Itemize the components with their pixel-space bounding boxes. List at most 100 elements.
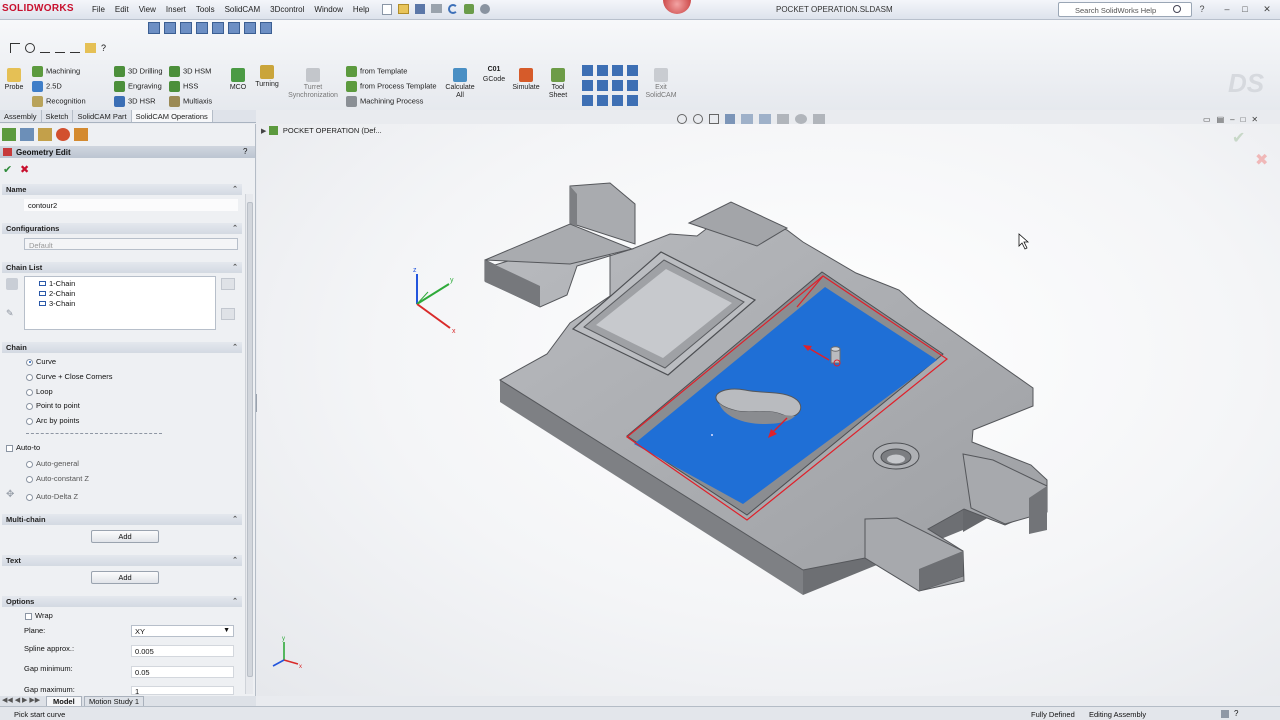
list-item[interactable]: 2-Chain	[29, 289, 211, 299]
plane-select[interactable]: XY ▼	[131, 625, 234, 637]
grid-icon[interactable]	[597, 80, 608, 91]
hide-show-icon[interactable]	[777, 114, 789, 124]
previous-view-icon[interactable]	[709, 114, 719, 124]
edit-chain-icon[interactable]	[221, 278, 235, 290]
zoom-fit-icon[interactable]	[677, 114, 687, 124]
recognition-button[interactable]: Recognition	[32, 96, 86, 107]
panel-help-icon[interactable]: ?	[243, 147, 247, 156]
view-icon[interactable]	[260, 22, 272, 34]
grid-icon[interactable]	[582, 65, 593, 76]
grid-icon[interactable]	[627, 65, 638, 76]
radio-arc-by-points[interactable]: Arc by points	[26, 416, 79, 425]
grid-icon[interactable]	[597, 95, 608, 106]
line-icon[interactable]	[40, 43, 50, 53]
scene-icon[interactable]	[813, 114, 825, 124]
view-icon[interactable]	[212, 22, 224, 34]
radio-auto-delta-z[interactable]: Auto-Delta Z	[26, 492, 78, 501]
display-icon[interactable]	[56, 128, 70, 141]
ok-icon[interactable]: ✔	[3, 163, 12, 176]
machining-process-button[interactable]: Machining Process	[346, 96, 423, 107]
name-field[interactable]: contour2	[24, 199, 238, 211]
mco-button[interactable]: MCO	[228, 68, 248, 92]
radio-point-to-point[interactable]: Point to point	[26, 401, 80, 410]
hss-button[interactable]: HSS	[169, 81, 198, 92]
view-icon[interactable]	[180, 22, 192, 34]
save-icon[interactable]	[415, 4, 425, 14]
multiaxis-button[interactable]: Multiaxis	[169, 96, 212, 107]
menu-tools[interactable]: Tools	[196, 5, 215, 14]
collapse-icon[interactable]: ⌃	[232, 597, 238, 605]
cancel-icon[interactable]: ✖	[20, 163, 29, 176]
grid-icon[interactable]	[612, 95, 623, 106]
options-section-header[interactable]: Options ⌃	[2, 596, 242, 607]
help-icon[interactable]: ?	[1234, 709, 1238, 718]
help-icon[interactable]: ?	[101, 43, 111, 53]
3d-hsr-button[interactable]: 3D HSR	[114, 96, 156, 107]
collapse-icon[interactable]: ⌃	[232, 263, 238, 271]
print-icon[interactable]	[431, 4, 442, 13]
arrow-icon[interactable]	[70, 43, 80, 53]
grid-icon[interactable]	[627, 80, 638, 91]
tool-sheet-button[interactable]: Tool Sheet	[546, 68, 570, 100]
menu-solidcam[interactable]: SolidCAM	[225, 5, 261, 14]
turning-button[interactable]: Turning	[253, 65, 281, 89]
options-icon[interactable]	[480, 4, 490, 14]
chain-list[interactable]: 1-Chain 2-Chain 3-Chain	[24, 276, 216, 330]
engraving-button[interactable]: Engraving	[114, 81, 162, 92]
rotate-icon[interactable]	[25, 43, 35, 53]
config-icon[interactable]	[38, 128, 52, 141]
tab-sketch[interactable]: Sketch	[42, 110, 74, 122]
name-section-header[interactable]: Name ⌃	[2, 184, 242, 195]
graphics-area[interactable]: ▶ POCKET OPERATION (Def... ▭ ▤ – □ ✕ ✔ ✖	[257, 114, 1280, 696]
configurations-section-header[interactable]: Configurations ⌃	[2, 223, 242, 234]
menu-view[interactable]: View	[139, 5, 156, 14]
solidcam-icon[interactable]	[74, 128, 88, 141]
multi-chain-section-header[interactable]: Multi-chain ⌃	[2, 514, 242, 525]
property-icon[interactable]	[20, 128, 34, 141]
auto-to-checkbox[interactable]: Auto-to	[6, 443, 40, 452]
gap-minimum-input[interactable]: 0.05	[131, 666, 234, 678]
machining-button[interactable]: Machining	[32, 66, 80, 77]
wrap-checkbox[interactable]: Wrap	[25, 611, 53, 620]
2.5d-button[interactable]: 2.5D	[32, 81, 62, 92]
zoom-area-icon[interactable]	[693, 114, 703, 124]
arrow-icon[interactable]	[55, 43, 65, 53]
grid-icon[interactable]	[627, 95, 638, 106]
tab-solidcam-part[interactable]: SolidCAM Part	[73, 110, 132, 122]
collapse-icon[interactable]: ⌃	[232, 343, 238, 351]
text-section-header[interactable]: Text ⌃	[2, 555, 242, 566]
gap-maximum-input[interactable]: 1	[131, 686, 234, 695]
gcode-button[interactable]: C01 GCode	[482, 66, 506, 84]
menu-help[interactable]: Help	[353, 5, 369, 14]
collapse-icon[interactable]: ⌃	[232, 224, 238, 232]
display-style-icon[interactable]	[759, 114, 771, 124]
3d-hsm-button[interactable]: 3D HSM	[169, 66, 211, 77]
probe-button[interactable]: Probe	[3, 68, 25, 92]
help-search-input[interactable]: Search SolidWorks Help	[1058, 2, 1192, 17]
menu-3dcontrol[interactable]: 3Dcontrol	[270, 5, 304, 14]
turret-synchronization-button[interactable]: Turret Synchronization	[285, 68, 341, 100]
undo-icon[interactable]	[6, 278, 18, 290]
pick-icon[interactable]: ✎	[6, 308, 18, 318]
text-add-button[interactable]: Add	[91, 571, 159, 584]
list-item[interactable]: 1-Chain	[29, 279, 211, 289]
collapse-icon[interactable]: ⌃	[232, 515, 238, 523]
grid-icon[interactable]	[612, 80, 623, 91]
maximize-icon[interactable]: □	[1240, 4, 1250, 14]
chain-section-header[interactable]: Chain ⌃	[2, 342, 242, 353]
simulate-button[interactable]: Simulate	[510, 68, 542, 92]
undo-icon[interactable]	[448, 4, 458, 14]
view-icon[interactable]	[228, 22, 240, 34]
spline-approx-input[interactable]: 0.005	[131, 645, 234, 657]
radio-curve[interactable]: Curve	[26, 357, 56, 366]
delete-chain-icon[interactable]	[221, 308, 235, 320]
tab-solidcam-operations[interactable]: SolidCAM Operations	[131, 110, 213, 122]
grid-icon[interactable]	[597, 65, 608, 76]
collapse-icon[interactable]: ⌃	[232, 556, 238, 564]
menu-window[interactable]: Window	[314, 5, 342, 14]
nav-arrows-icon[interactable]: ◀◀ ◀ ▶ ▶▶	[2, 696, 40, 704]
menu-insert[interactable]: Insert	[166, 5, 186, 14]
radio-auto-general[interactable]: Auto-general	[26, 459, 79, 468]
tab-assembly[interactable]: Assembly	[0, 110, 42, 122]
section-view-icon[interactable]	[725, 114, 735, 124]
